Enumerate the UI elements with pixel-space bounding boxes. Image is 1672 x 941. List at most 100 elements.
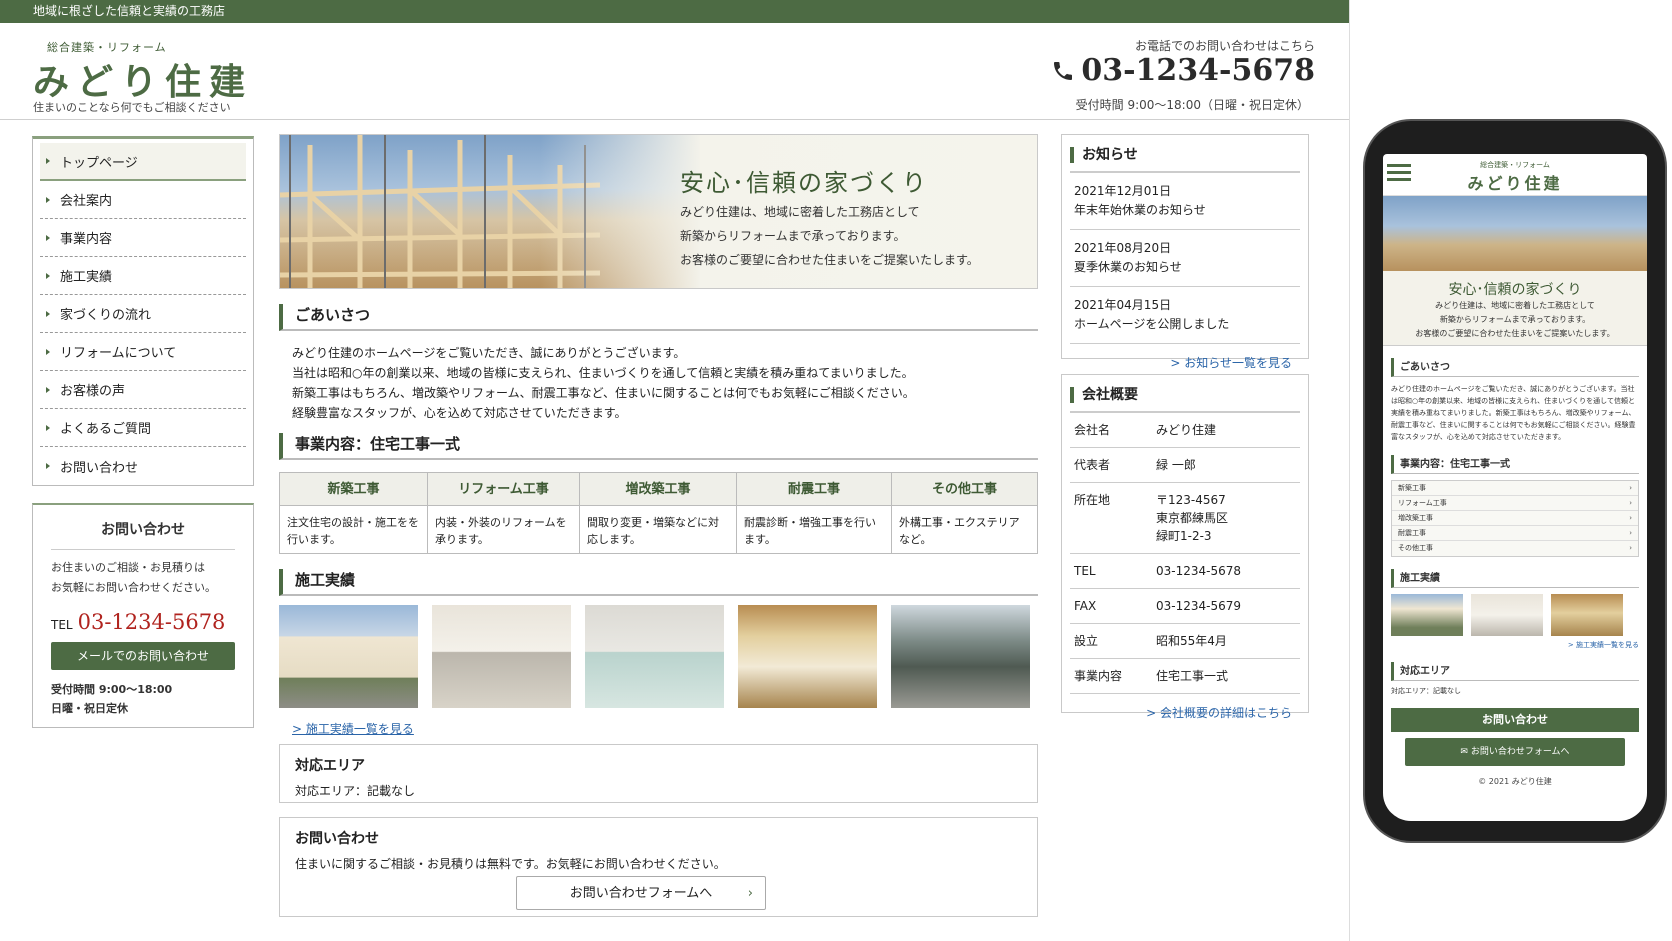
mobile-service-item[interactable]: リフォーム工事 › xyxy=(1392,496,1638,511)
contact-heading: お問い合わせ xyxy=(295,831,379,847)
news-title: 年末年始休業のお知らせ xyxy=(1074,203,1206,217)
service-other[interactable]: その他工事 外構工事・エクステリアなど。 xyxy=(892,473,1037,553)
news-date: 2021年04月15日 xyxy=(1074,298,1172,312)
mobile-hero-title: 安心･信頼の家づくり xyxy=(1448,282,1582,298)
nav-item-contact[interactable]: お問い合わせ xyxy=(40,447,246,485)
service-desc: 内装・外装のリフォームを承ります。 xyxy=(435,516,567,546)
mobile-service-item[interactable]: その他工事 › xyxy=(1392,541,1638,556)
mobile-logo-subtitle: 総合建築・リフォーム xyxy=(1480,161,1550,169)
mobile-work-photo[interactable] xyxy=(1391,594,1463,636)
company-row: 会社名 みどり住建 xyxy=(1070,413,1300,448)
mobile-service-item[interactable]: 増改築工事 › xyxy=(1392,511,1638,526)
nav-item-reform[interactable]: リフォームについて xyxy=(40,333,246,371)
service-reform[interactable]: リフォーム工事 内装・外装のリフォームを承ります。 xyxy=(428,473,580,553)
mobile-works-link[interactable]: > 施工実績一覧を見る xyxy=(1383,640,1639,650)
greeting-text: みどり住建のホームページをご覧いただき、誠にありがとうございます。 当社は昭和○… xyxy=(292,343,1032,423)
triangle-right-icon xyxy=(46,310,50,317)
service-extension[interactable]: 増改築工事 間取り変更・増築などに対応します。 xyxy=(580,473,737,553)
works-gallery xyxy=(279,605,1030,708)
hero-title: 安心･信頼の家づくり xyxy=(680,169,928,197)
mobile-service-item[interactable]: 耐震工事 › xyxy=(1392,526,1638,541)
news-item[interactable]: 2021年08月20日 夏季休業のお知らせ xyxy=(1070,230,1300,287)
service-desc: 注文住宅の設計・施工をを行います。 xyxy=(287,516,419,546)
mobile-service-label: 新築工事 xyxy=(1398,484,1426,492)
mail-icon: ✉ xyxy=(1460,747,1471,757)
company-value: みどり住建 xyxy=(1156,423,1217,437)
service-new[interactable]: 新築工事 注文住宅の設計・施工をを行います。 xyxy=(280,473,428,553)
mobile-logo[interactable]: みどり住建 xyxy=(1383,170,1647,194)
company-key: 事業内容 xyxy=(1074,669,1123,683)
works-list-link[interactable]: > 施工実績一覧を見る xyxy=(292,720,414,737)
news-item[interactable]: 2021年04月15日 ホームページを公開しました xyxy=(1070,287,1300,344)
service-desc: 外構工事・エクステリアなど。 xyxy=(899,516,1020,546)
company-value: 住宅工事一式 xyxy=(1156,669,1229,683)
service-name: 耐震工事 xyxy=(737,473,891,506)
nav-item-faq[interactable]: よくあるご質問 xyxy=(40,409,246,447)
nav-label: 会社案内 xyxy=(60,194,113,209)
nav-item-flow[interactable]: 家づくりの流れ xyxy=(40,295,246,333)
area-box: 対応エリア 対応エリア：記載なし xyxy=(279,744,1038,803)
work-photo-kitchen[interactable] xyxy=(432,605,571,708)
tel-label: TEL xyxy=(51,618,73,632)
logo[interactable]: みどり住建 xyxy=(33,53,253,105)
mobile-copyright: © 2021 みどり住建 xyxy=(1478,777,1552,786)
nav-label: 事業内容 xyxy=(60,232,113,247)
company-key: 代表者 xyxy=(1074,458,1111,472)
news-date: 2021年12月01日 xyxy=(1074,184,1172,198)
company-detail-link[interactable]: > 会社概要の詳細はこちら xyxy=(1070,694,1300,729)
mobile-screen: 総合建築・リフォーム みどり住建 安心･信頼の家づくり みどり住建は、地域に密着… xyxy=(1383,154,1647,821)
company-row: 事業内容 住宅工事一式 xyxy=(1070,659,1300,694)
nav-item-voice[interactable]: お客様の声 xyxy=(40,371,246,409)
mobile-phone-frame: 総合建築・リフォーム みどり住建 安心･信頼の家づくり みどり住建は、地域に密着… xyxy=(1365,121,1665,841)
news-item[interactable]: 2021年12月01日年末年始休業のお知らせ xyxy=(1070,173,1300,230)
nav-item-top[interactable]: トップページ xyxy=(40,143,246,181)
chevron-right-icon: › xyxy=(1629,484,1632,492)
side-contact-tel[interactable]: TEL 03-1234-5678 xyxy=(51,610,235,634)
services-table: 新築工事 注文住宅の設計・施工をを行います。 リフォーム工事 内装・外装のリフォーム… xyxy=(279,472,1038,554)
nav-item-business[interactable]: 事業内容 xyxy=(40,219,246,257)
mobile-hero-line: お客様のご要望に合わせた住まいをご提案いたします。 xyxy=(1415,329,1615,338)
company-row: 設立 昭和55年4月 xyxy=(1070,624,1300,659)
nav-item-company[interactable]: 会社案内 xyxy=(40,181,246,219)
work-photo-japanese-room[interactable] xyxy=(738,605,877,708)
work-photo-house[interactable] xyxy=(279,605,418,708)
nav-label: お客様の声 xyxy=(60,384,126,399)
greeting-line: みどり住建のホームページをご覧いただき、誠にありがとうございます。 xyxy=(292,346,686,360)
header-tel[interactable]: 03-1234-5678 xyxy=(1051,53,1315,88)
nav-label: 家づくりの流れ xyxy=(60,308,152,323)
contact-form-button[interactable]: お問い合わせフォームへ › xyxy=(516,876,766,910)
company-value: 昭和55年4月 xyxy=(1156,634,1227,648)
company-key: 会社名 xyxy=(1074,423,1111,437)
side-contact-text-line: お住まいのご相談・お見積りは xyxy=(51,561,205,574)
service-desc: 耐震診断・増強工事を行います。 xyxy=(744,516,876,546)
triangle-right-icon xyxy=(46,272,50,279)
mobile-works-gallery xyxy=(1391,594,1639,636)
mobile-greeting-heading: ごあいさつ xyxy=(1391,358,1639,377)
mail-contact-button[interactable]: メールでのお問い合わせ xyxy=(51,642,235,670)
hero-text-line: お客様のご要望に合わせた住まいをご提案いたします。 xyxy=(680,253,979,267)
timber-frame-illustration xyxy=(280,135,601,288)
company-panel: 会社概要 会社名 みどり住建 代表者 緑 一郎 所在地 〒123-4567 東京都練馬… xyxy=(1061,374,1309,720)
nav-item-works[interactable]: 施工実績 xyxy=(40,257,246,295)
area-heading: 対応エリア xyxy=(295,758,365,774)
company-key: 所在地 xyxy=(1074,493,1111,507)
triangle-right-icon xyxy=(46,463,50,469)
company-value: 03-1234-5678 xyxy=(1156,564,1242,578)
service-seismic[interactable]: 耐震工事耐震診断・増強工事を行います。 xyxy=(737,473,892,553)
news-date: 2021年08月20日 xyxy=(1074,241,1172,255)
mobile-work-photo[interactable] xyxy=(1551,594,1623,636)
nav-label: よくあるご質問 xyxy=(60,422,152,437)
contact-form-button-label: お問い合わせフォームへ xyxy=(569,886,713,901)
mobile-greeting-text: みどり住建のホームページをご覧いただき、誠にありがとうございます。当社は昭和○年… xyxy=(1391,385,1636,441)
work-photo-bathroom[interactable] xyxy=(585,605,724,708)
mobile-contact-form-button[interactable]: ✉ お問い合わせフォームへ xyxy=(1405,738,1625,766)
nav-label: リフォームについて xyxy=(60,346,177,361)
phone-icon xyxy=(1054,61,1073,80)
work-photo-exterior[interactable] xyxy=(891,605,1030,708)
side-nav: トップページ 会社案内 事業内容 施工実績 家づくりの流れ リフォームについて … xyxy=(32,136,254,486)
mobile-area-text: 対応エリア：記載なし xyxy=(1391,687,1461,695)
triangle-right-icon xyxy=(46,348,50,355)
mobile-work-photo[interactable] xyxy=(1471,594,1543,636)
mobile-service-label: 耐震工事 xyxy=(1398,529,1426,537)
mobile-service-item[interactable]: 新築工事 › xyxy=(1392,481,1638,496)
